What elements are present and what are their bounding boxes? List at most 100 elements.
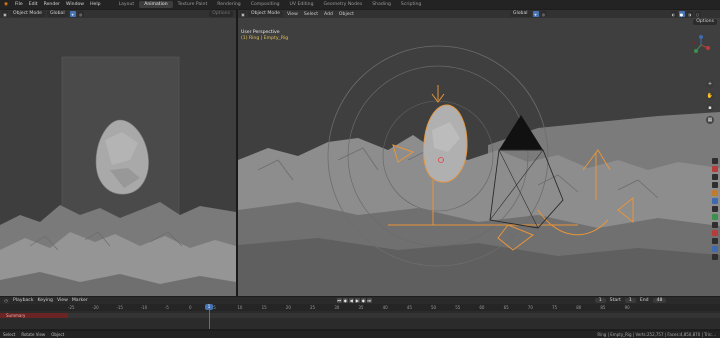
ruler-tick: 75 [552,305,558,310]
camera-scene [0,10,236,296]
orientation-selector[interactable]: Global [46,11,68,17]
area-divider[interactable] [236,10,238,296]
navigation-gizmo[interactable] [690,34,712,56]
menu-add[interactable]: Add [322,12,335,17]
editor-type-icon[interactable]: ▣ [240,11,246,17]
proportional-edit-icon[interactable]: ◎ [540,11,547,17]
timeline-editor-icon[interactable]: ◷ [3,297,9,304]
summary-channel[interactable]: Summary [0,313,68,318]
constraints-tab-icon[interactable] [712,222,718,228]
particles-tab-icon[interactable] [712,206,718,212]
start-frame-field[interactable]: 1 [624,298,636,303]
right-options-button[interactable]: Options [693,19,717,25]
data-tab-icon[interactable] [712,230,718,236]
status-bar: Select Rotate View Object Ring | Empty_R… [0,331,720,338]
shading-rendered-icon[interactable]: ○ [694,11,701,17]
snap-icon[interactable]: ⌖ [532,11,539,17]
shading-material-icon[interactable]: ◑ [686,11,693,17]
texture-tab-icon[interactable] [712,254,718,260]
menu-view[interactable]: View [285,12,300,17]
ruler-tick: 60 [479,305,485,310]
tab-compositing[interactable]: Compositing [246,1,285,8]
summary-row[interactable]: Summary [0,313,720,318]
render-tab-icon[interactable] [712,166,718,172]
ruler-tick: 15 [261,305,267,310]
end-frame-field[interactable]: 48 [652,298,667,303]
menu-select[interactable]: Select [302,12,320,17]
tab-layout[interactable]: Layout [114,1,140,8]
blender-logo-icon[interactable]: ◉ [2,1,10,8]
ruler-tick: 45 [406,305,412,310]
frame-ruler[interactable]: -25 -20 -15 -10 -5 0 5 10 15 20 25 30 35 40 45 50 55 60 65… [0,304,720,311]
ruler-tick: 5 [213,305,216,310]
menu-keying[interactable]: Keying [38,298,53,303]
proportional-edit-icon[interactable]: ◎ [77,11,84,17]
tab-texture-paint[interactable]: Texture Paint [173,1,213,8]
ruler-tick: 40 [382,305,388,310]
camera-view-icon[interactable]: ▪ [706,104,714,112]
mode-selector[interactable]: Object Mode [248,11,283,17]
playhead-line [209,310,210,329]
physics-tab-icon[interactable] [712,214,718,220]
current-frame-field[interactable]: 1 [594,298,606,303]
play-reverse-icon[interactable]: ◀ [348,298,354,303]
play-icon[interactable]: ▶ [354,298,360,303]
camera-viewport[interactable]: ▣ Object Mode Global ⌖ ◎ Options [0,10,236,296]
snap-icon[interactable]: ⌖ [69,11,76,17]
tool-tab-icon[interactable] [712,158,718,164]
tab-rendering[interactable]: Rendering [212,1,245,8]
timeline[interactable]: -25 -20 -15 -10 -5 0 5 10 15 20 25 30 35 40 45 50 55 60 65… [0,304,720,329]
jump-start-icon[interactable]: ⏮ [336,298,342,303]
ruler-tick: 70 [527,305,533,310]
menu-window[interactable]: Window [63,2,87,7]
right-viewport-header: ▣ Object Mode View Select Add Object Glo… [238,10,720,18]
ruler-tick: -10 [140,305,148,310]
view-controls: + ✋ ▪ ▦ [706,80,714,124]
tab-scripting[interactable]: Scripting [396,1,426,8]
output-tab-icon[interactable] [712,174,718,180]
tab-animation[interactable]: Animation [139,1,173,8]
menu-render[interactable]: Render [41,2,63,7]
view-layer-tab-icon[interactable] [712,182,718,188]
ruler-tick: 85 [600,305,606,310]
prev-key-icon[interactable]: ◆ [342,298,348,303]
ruler-tick: -5 [164,305,169,310]
menu-object[interactable]: Object [337,12,356,17]
perspective-toggle-icon[interactable]: ▦ [706,116,714,124]
ruler-tick: -25 [68,305,75,310]
ruler-tick: 80 [576,305,582,310]
pan-hand-icon[interactable]: ✋ [706,92,714,100]
world-tab-icon[interactable] [712,246,718,252]
menu-file[interactable]: File [12,2,26,7]
tab-shading[interactable]: Shading [367,1,396,8]
tab-geometry-nodes[interactable]: Geometry Nodes [319,1,368,8]
viewport-info: User Perspective (1) Ring | Empty_Rig [241,30,288,42]
status-select: Select [3,332,16,337]
timeline-header: ◷ Playback Keying View Marker ⏮ ◆ ◀ ▶ ◆ … [0,297,720,304]
ruler-tick: 0 [189,305,192,310]
mode-selector[interactable]: Object Mode [10,11,45,17]
object-tab-icon[interactable] [712,190,718,196]
menu-view[interactable]: View [57,298,68,303]
scene-statistics: Ring | Empty_Rig | Verts:252,757 | Faces… [597,332,716,337]
end-label: End [639,298,649,303]
tab-uv-editing[interactable]: UV Editing [285,1,319,8]
menu-playback[interactable]: Playback [13,298,34,303]
modifier-tab-icon[interactable] [712,198,718,204]
orientation-selector[interactable]: Global [509,11,531,17]
zoom-icon[interactable]: + [706,80,714,88]
jump-end-icon[interactable]: ⏭ [366,298,372,303]
menu-edit[interactable]: Edit [26,2,41,7]
start-label: Start [609,298,621,303]
ruler-tick: -20 [92,305,99,310]
shading-solid-icon[interactable]: ● [678,11,685,17]
menu-help[interactable]: Help [87,2,103,7]
overlay-icon[interactable]: ◐ [670,11,677,17]
status-rotate-view: Rotate View [21,332,46,337]
ruler-tick: 55 [455,305,461,310]
next-key-icon[interactable]: ◆ [360,298,366,303]
3d-viewport[interactable]: ▣ Object Mode View Select Add Object Glo… [238,10,720,296]
menu-marker[interactable]: Marker [72,298,88,303]
material-tab-icon[interactable] [712,238,718,244]
editor-type-icon[interactable]: ▣ [2,11,8,17]
